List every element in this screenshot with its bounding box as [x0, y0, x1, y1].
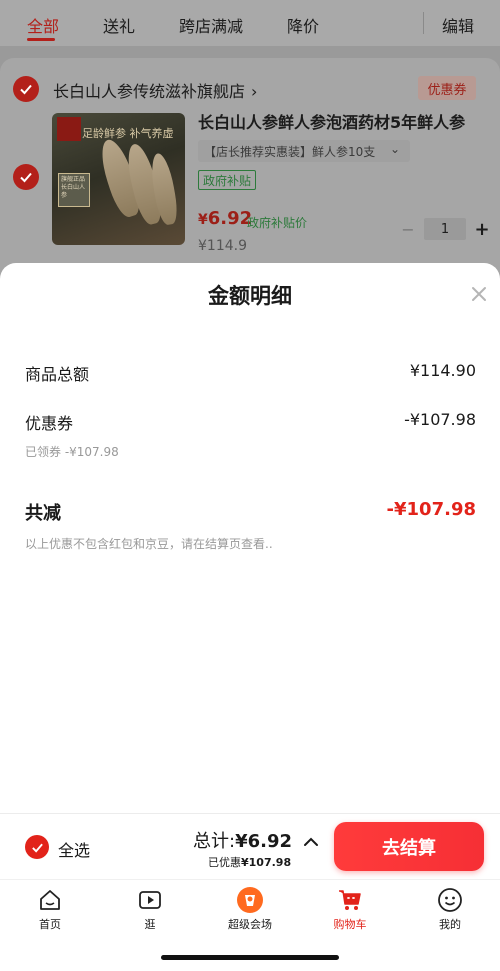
product-spec-label: 【店长推荐实惠装】鲜人参10支	[204, 144, 376, 159]
brand-logo	[57, 117, 81, 141]
coupon-label: 优惠券	[25, 414, 74, 433]
tab-mine[interactable]: 我的	[415, 886, 485, 932]
checkout-bar: 全选 总计:¥6.92 已优惠¥107.98 去结算	[0, 813, 500, 879]
quantity-decrease-button[interactable]: −	[398, 220, 418, 239]
chevron-down-icon: ⌄	[389, 142, 400, 156]
shop-card: 长白山人参传统滋补旗舰店 › 优惠券 足龄鲜参 补气养虚 旗舰正品 长白山人参 长…	[0, 58, 500, 288]
tab-cross-store-discount[interactable]: 跨店满减	[179, 13, 243, 37]
cart-top-tabs: 全部 送礼 跨店满减 降价 编辑	[0, 0, 500, 46]
checkout-button[interactable]: 去结算	[334, 822, 484, 871]
coupon-value: -¥107.98	[404, 410, 476, 429]
total-sum-value: ¥6.92	[235, 831, 293, 852]
play-icon	[139, 891, 161, 909]
coupon-claimed-note: 已领券 -¥107.98	[25, 445, 119, 459]
product-image[interactable]: 足龄鲜参 补气养虚 旗舰正品 长白山人参	[52, 113, 185, 245]
close-icon[interactable]	[468, 283, 490, 305]
tab-price-drop[interactable]: 降价	[287, 13, 319, 37]
chevron-up-icon[interactable]	[303, 836, 319, 848]
tab-all-underline	[27, 38, 55, 41]
price-currency-symbol: ¥	[198, 212, 208, 228]
total-reduce-label: 共减	[25, 503, 61, 524]
quantity-input[interactable]: 1	[424, 218, 466, 240]
gov-subsidy-tag: 政府补贴	[198, 170, 257, 190]
product-select-check-icon[interactable]	[13, 164, 39, 190]
product-spec-selector[interactable]: 【店长推荐实惠装】鲜人参10支 ⌄	[198, 140, 410, 162]
tab-all[interactable]: 全部	[27, 13, 59, 37]
product-image-slogan: 足龄鲜参 补气养虚	[82, 127, 174, 140]
tab-mine-label: 我的	[439, 918, 461, 931]
saved-amount: 已优惠¥107.98	[208, 854, 291, 870]
product-title[interactable]: 长白山人参鲜人参泡酒药材5年鲜人参	[198, 109, 498, 133]
tabs-divider	[423, 12, 424, 34]
sheet-title: 金额明细	[208, 284, 292, 308]
quantity-increase-button[interactable]: +	[472, 219, 492, 240]
total-sum-prefix: 总计:	[193, 831, 236, 852]
select-all-check-icon[interactable]	[25, 835, 49, 859]
tab-browse[interactable]: 逛	[115, 886, 185, 932]
saved-value: ¥107.98	[241, 856, 292, 869]
product-image-badge: 旗舰正品 长白山人参	[58, 173, 90, 207]
home-icon	[40, 890, 60, 910]
select-all-label[interactable]: 全选	[58, 837, 90, 861]
tab-home-label: 首页	[39, 918, 61, 931]
tab-browse-label: 逛	[144, 918, 156, 931]
goods-total-label: 商品总额	[25, 365, 90, 384]
tab-super-venue[interactable]: 超级会场	[215, 886, 285, 932]
gov-price-label: 政府补贴价	[247, 216, 308, 230]
discount-note: 以上优惠不包含红包和京豆，请在结算页查看..	[25, 537, 273, 551]
chevron-right-icon: ›	[251, 82, 258, 101]
product-original-price: ¥114.9	[198, 238, 247, 254]
shop-coupon-button[interactable]: 优惠券	[418, 76, 476, 100]
edit-button[interactable]: 编辑	[442, 13, 474, 37]
amount-detail-sheet: 金额明细 商品总额 ¥114.90 优惠券 -¥107.98 已领券 -¥107…	[0, 263, 500, 813]
shop-name-link[interactable]: 长白山人参传统滋补旗舰店 ›	[53, 78, 257, 102]
tab-gift[interactable]: 送礼	[103, 13, 135, 37]
total-reduce-value: -¥107.98	[386, 499, 476, 520]
shop-name: 长白山人参传统滋补旗舰店	[53, 82, 246, 101]
home-indicator	[161, 955, 339, 960]
shop-select-check-icon[interactable]	[13, 76, 39, 102]
tab-home[interactable]: 首页	[15, 886, 85, 932]
venue-icon	[237, 887, 263, 913]
saved-prefix: 已优惠	[208, 856, 241, 869]
tab-super-venue-label: 超级会场	[228, 918, 272, 931]
goods-total-value: ¥114.90	[409, 361, 476, 380]
tab-cart[interactable]: 购物车	[315, 886, 385, 932]
price-amount: 6.92	[207, 208, 253, 229]
smile-icon	[438, 888, 462, 912]
tab-cart-label: 购物车	[333, 918, 367, 931]
quantity-stepper: − 1 +	[398, 218, 492, 240]
cart-icon	[339, 890, 361, 910]
product-current-price: ¥6.92	[198, 208, 252, 229]
total-sum: 总计:¥6.92	[193, 827, 292, 853]
